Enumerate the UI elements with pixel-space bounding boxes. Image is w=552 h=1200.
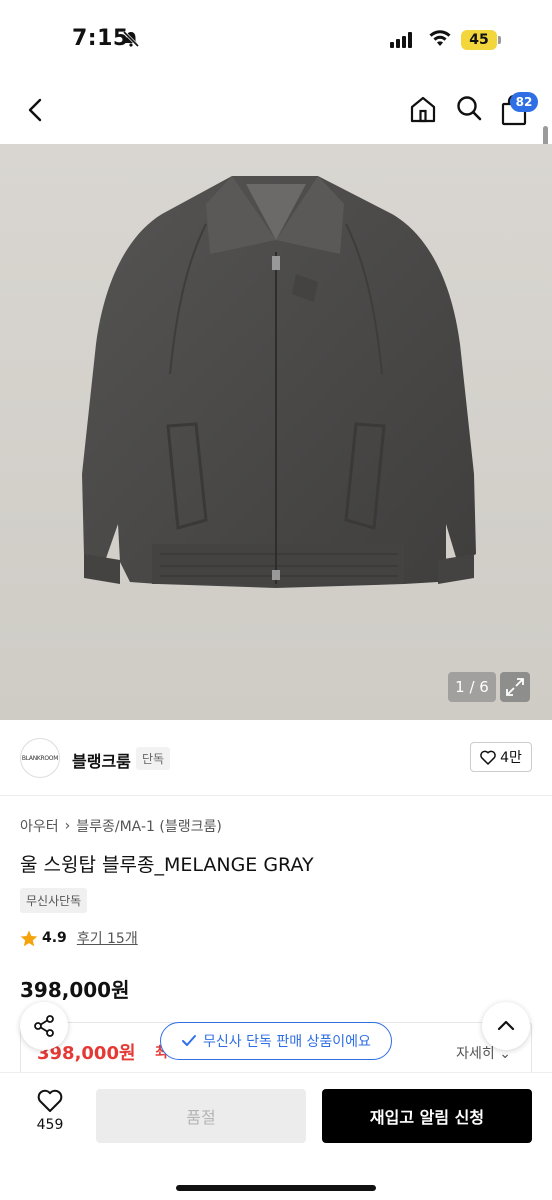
wishlist-button[interactable]: 459 [22, 1089, 78, 1133]
brand-exclusive-tag: 단독 [136, 747, 171, 770]
soldout-button: 품절 [96, 1089, 306, 1143]
cart-count-badge: 82 [510, 92, 538, 112]
restock-alert-button[interactable]: 재입고 알림 신청 [322, 1089, 532, 1143]
expand-icon[interactable] [500, 672, 530, 702]
star-icon [20, 930, 38, 946]
scroll-to-top-button[interactable] [482, 1002, 530, 1050]
brand-like-button[interactable]: 4만 [470, 742, 532, 772]
brand-name[interactable]: 블랭크룸 [72, 748, 131, 772]
breadcrumb: 아우터 › 블루종/MA-1 (블랭크룸) [20, 816, 222, 836]
wishlist-count: 459 [36, 1117, 64, 1133]
image-pager: 1 / 6 [448, 672, 496, 702]
heart-icon [37, 1089, 63, 1112]
home-icon[interactable] [408, 94, 438, 124]
price-detail-label: 자세히 [456, 1046, 495, 1062]
rating-row[interactable]: 4.9 후기 15개 [20, 928, 138, 948]
breadcrumb-item-blouson[interactable]: 블루종/MA-1 (블랭크룸) [76, 816, 222, 836]
battery-tip [498, 36, 501, 44]
back-arrow-icon[interactable] [24, 96, 48, 124]
product-image-gallery[interactable]: 1 / 6 [0, 144, 552, 720]
exclusive-badge: 무신사단독 [20, 888, 88, 913]
heart-outline-icon [480, 750, 496, 765]
chevron-up-icon [497, 1020, 515, 1031]
toast-text: 무신사 단독 판매 상품이에요 [203, 1034, 371, 1050]
brand-like-count: 4만 [500, 750, 522, 766]
status-time: 7:15 [72, 26, 129, 51]
battery-level: 45 [461, 30, 497, 50]
bottom-action-bar: 459 품절 재입고 알림 신청 [0, 1072, 552, 1200]
share-icon [34, 1015, 54, 1037]
breadcrumb-item-outer[interactable]: 아우터 [20, 816, 59, 836]
product-title: 울 스윙탑 블루종_MELANGE GRAY [20, 854, 314, 876]
brand-row[interactable]: BLANKROOM 블랭크룸 단독 4만 [0, 720, 552, 796]
check-icon [182, 1035, 197, 1046]
chevron-right-icon: › [64, 818, 71, 834]
brand-logo[interactable]: BLANKROOM [20, 738, 60, 778]
share-button[interactable] [20, 1002, 68, 1050]
silent-bell-icon [122, 30, 140, 48]
status-bar: 7:15 45 [0, 0, 552, 78]
search-icon[interactable] [455, 94, 483, 124]
top-navigation: 82 [0, 78, 552, 144]
product-price: 398,000원 [20, 978, 130, 1002]
cellular-signal-icon [390, 32, 412, 48]
home-indicator [176, 1185, 376, 1191]
wifi-icon [429, 30, 451, 46]
exclusive-toast: 무신사 단독 판매 상품이에요 [160, 1022, 392, 1060]
jacket-product-image [0, 144, 552, 720]
rating-score: 4.9 [42, 930, 67, 946]
review-count-link[interactable]: 후기 15개 [77, 928, 138, 948]
